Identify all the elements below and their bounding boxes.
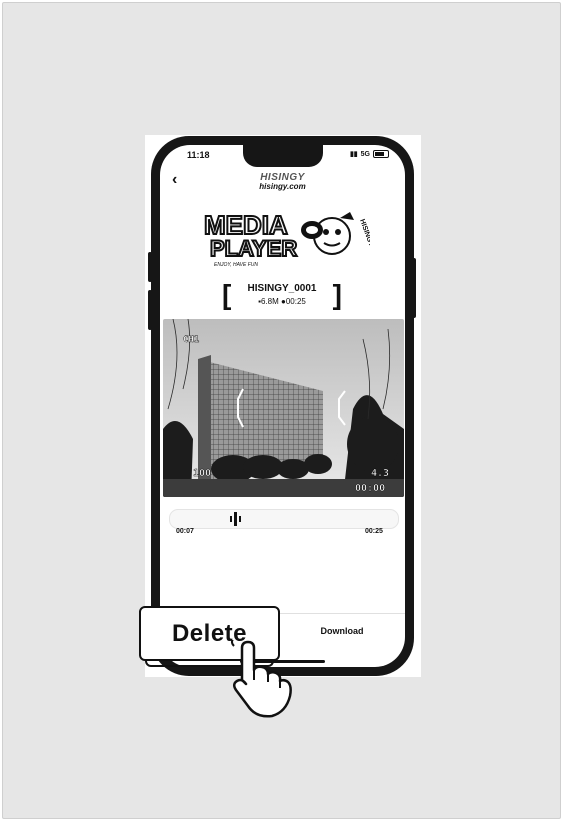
pointer-hand-icon	[231, 640, 292, 718]
network-label: 5G	[360, 150, 370, 158]
file-info: [ HISINGY_0001 ▪6.8M ●00:25 ]	[222, 279, 342, 313]
logo-tagline: ENJOY, HAVE FUN	[214, 262, 258, 268]
overlay-channel: CH1	[183, 335, 199, 345]
download-button[interactable]: Download	[282, 626, 402, 636]
battery-icon	[373, 150, 389, 158]
brand-header: HISINGY hisingy.com	[160, 172, 405, 192]
timeline-current: 00:07	[176, 528, 194, 535]
logo-line2: PLAYER	[210, 236, 297, 261]
video-preview[interactable]: CH1 100 4.3 00:00	[163, 319, 404, 497]
notch	[243, 145, 323, 167]
file-name: HISINGY_0001	[247, 283, 317, 294]
status-icons: ▮▮ 5G	[350, 150, 389, 158]
overlay-left-value: 100	[193, 468, 211, 479]
status-time: 11:18	[187, 150, 210, 160]
brand-url: hisingy.com	[259, 182, 306, 191]
scrubber-thumb[interactable]	[230, 512, 242, 526]
file-size: 6.8M	[260, 297, 279, 306]
timeline-scrubber[interactable]	[169, 509, 399, 529]
signal-icon: ▮▮	[349, 151, 358, 158]
video-frame: CH1 100 4.3 00:00	[163, 319, 404, 497]
file-duration: 00:25	[285, 297, 306, 306]
overlay-timecode: 00:00	[355, 483, 385, 494]
overlay-right-value: 4.3	[371, 468, 389, 479]
bracket-right-icon: ]	[332, 279, 342, 310]
media-player-logo: MEDIA PLAYER ENJOY, HAVE FUN HISINGY	[203, 209, 370, 268]
timeline-total: 00:25	[365, 528, 383, 535]
mascot-icon	[301, 212, 354, 255]
brand-name: HISINGY	[260, 172, 305, 183]
bracket-left-icon: [	[222, 279, 232, 310]
logo-side-text: HISINGY	[358, 218, 370, 248]
file-meta: ▪6.8M ●00:25	[242, 297, 322, 306]
phone-screen: 11:18 ▮▮ 5G ‹ HISINGY hisingy.com MEDIA …	[160, 145, 405, 667]
